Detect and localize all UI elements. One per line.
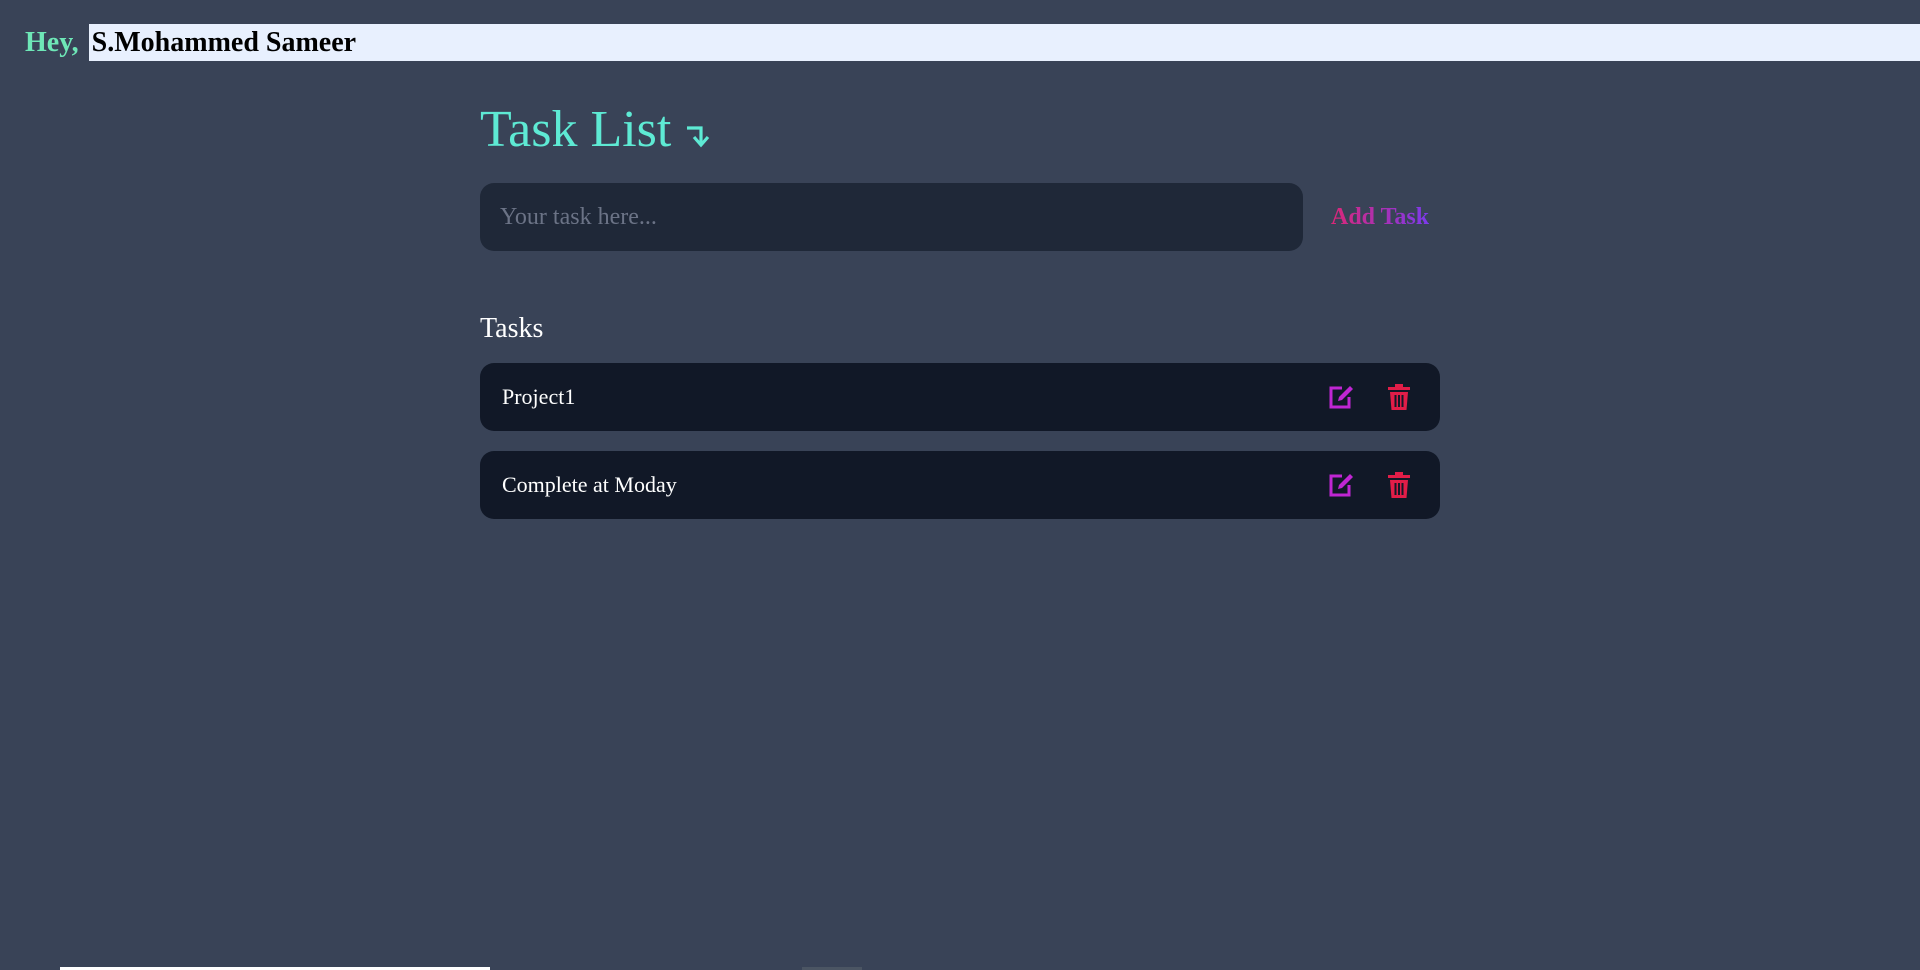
- task-item: Complete at Moday: [480, 451, 1440, 519]
- tasks-heading: Tasks: [480, 313, 544, 344]
- greeting-bar: Hey, S.Mohammed Sameer: [0, 24, 1920, 61]
- greeting-label: Hey,: [25, 27, 79, 58]
- trash-icon[interactable]: [1384, 382, 1414, 412]
- edit-icon[interactable]: [1326, 470, 1356, 500]
- task-input[interactable]: [480, 183, 1303, 251]
- task-text: Project1: [502, 384, 576, 409]
- arrow-down-right-icon: [683, 120, 713, 155]
- task-app: Task List Add Task Tasks Project1: [480, 95, 1440, 539]
- task-text: Complete at Moday: [502, 472, 677, 497]
- edit-icon[interactable]: [1326, 382, 1356, 412]
- add-task-form: Add Task: [480, 183, 1440, 251]
- trash-icon[interactable]: [1384, 470, 1414, 500]
- user-name: S.Mohammed Sameer: [88, 24, 1920, 61]
- task-item: Project1: [480, 363, 1440, 431]
- page-title: Task List: [480, 101, 672, 158]
- add-task-button[interactable]: Add Task: [1331, 204, 1429, 231]
- title-row: Task List: [480, 95, 1440, 165]
- task-list: Project1 Complete at Moday: [480, 363, 1440, 519]
